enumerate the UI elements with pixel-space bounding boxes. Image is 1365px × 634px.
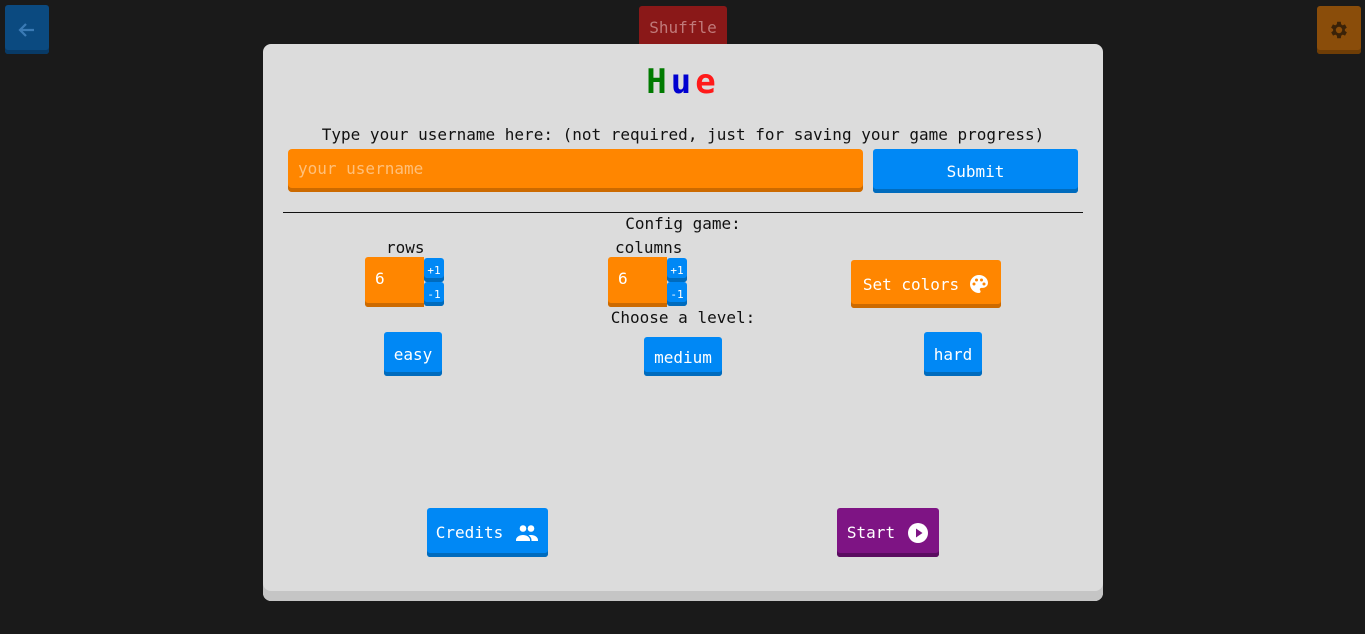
- arrow-left-icon: [17, 20, 37, 40]
- level-hard-button[interactable]: hard: [924, 332, 982, 376]
- level-easy-button[interactable]: easy: [384, 332, 442, 376]
- rows-decrement-button[interactable]: -1: [424, 282, 444, 306]
- title-letter-u: u: [670, 62, 696, 102]
- shuffle-button[interactable]: Shuffle: [639, 6, 727, 48]
- credits-button[interactable]: Credits: [427, 508, 548, 557]
- settings-button[interactable]: [1317, 6, 1361, 54]
- columns-increment-button[interactable]: +1: [667, 258, 687, 282]
- title-letter-e: e: [695, 62, 720, 102]
- username-input[interactable]: [288, 149, 863, 192]
- level-medium-button[interactable]: medium: [644, 337, 722, 376]
- start-label: Start: [846, 523, 896, 542]
- title-letter-h: H: [646, 62, 671, 102]
- columns-decrement-button[interactable]: -1: [667, 282, 687, 306]
- level-heading: Choose a level:: [610, 308, 756, 327]
- submit-button[interactable]: Submit: [873, 149, 1078, 193]
- username-label: Type your username here: (not required, …: [321, 125, 1045, 144]
- back-button[interactable]: [5, 5, 49, 54]
- columns-input[interactable]: 6: [608, 257, 667, 307]
- play-circle-icon: [907, 522, 929, 544]
- set-colors-label: Set colors: [862, 274, 960, 294]
- set-colors-button[interactable]: Set colors: [851, 260, 1001, 308]
- start-menu-modal: Hue Type your username here: (not requir…: [263, 44, 1103, 601]
- rows-input[interactable]: 6: [365, 257, 424, 307]
- rows-label: rows: [386, 238, 425, 257]
- credits-label: Credits: [435, 523, 504, 542]
- columns-label: columns: [615, 238, 683, 257]
- divider: [283, 212, 1083, 213]
- start-button[interactable]: Start: [837, 508, 939, 557]
- rows-increment-button[interactable]: +1: [424, 258, 444, 282]
- game-title: Hue: [263, 62, 1103, 102]
- config-heading: Config game:: [625, 214, 741, 233]
- people-icon: [515, 524, 539, 542]
- gear-icon: [1328, 19, 1350, 41]
- palette-icon: [969, 274, 989, 294]
